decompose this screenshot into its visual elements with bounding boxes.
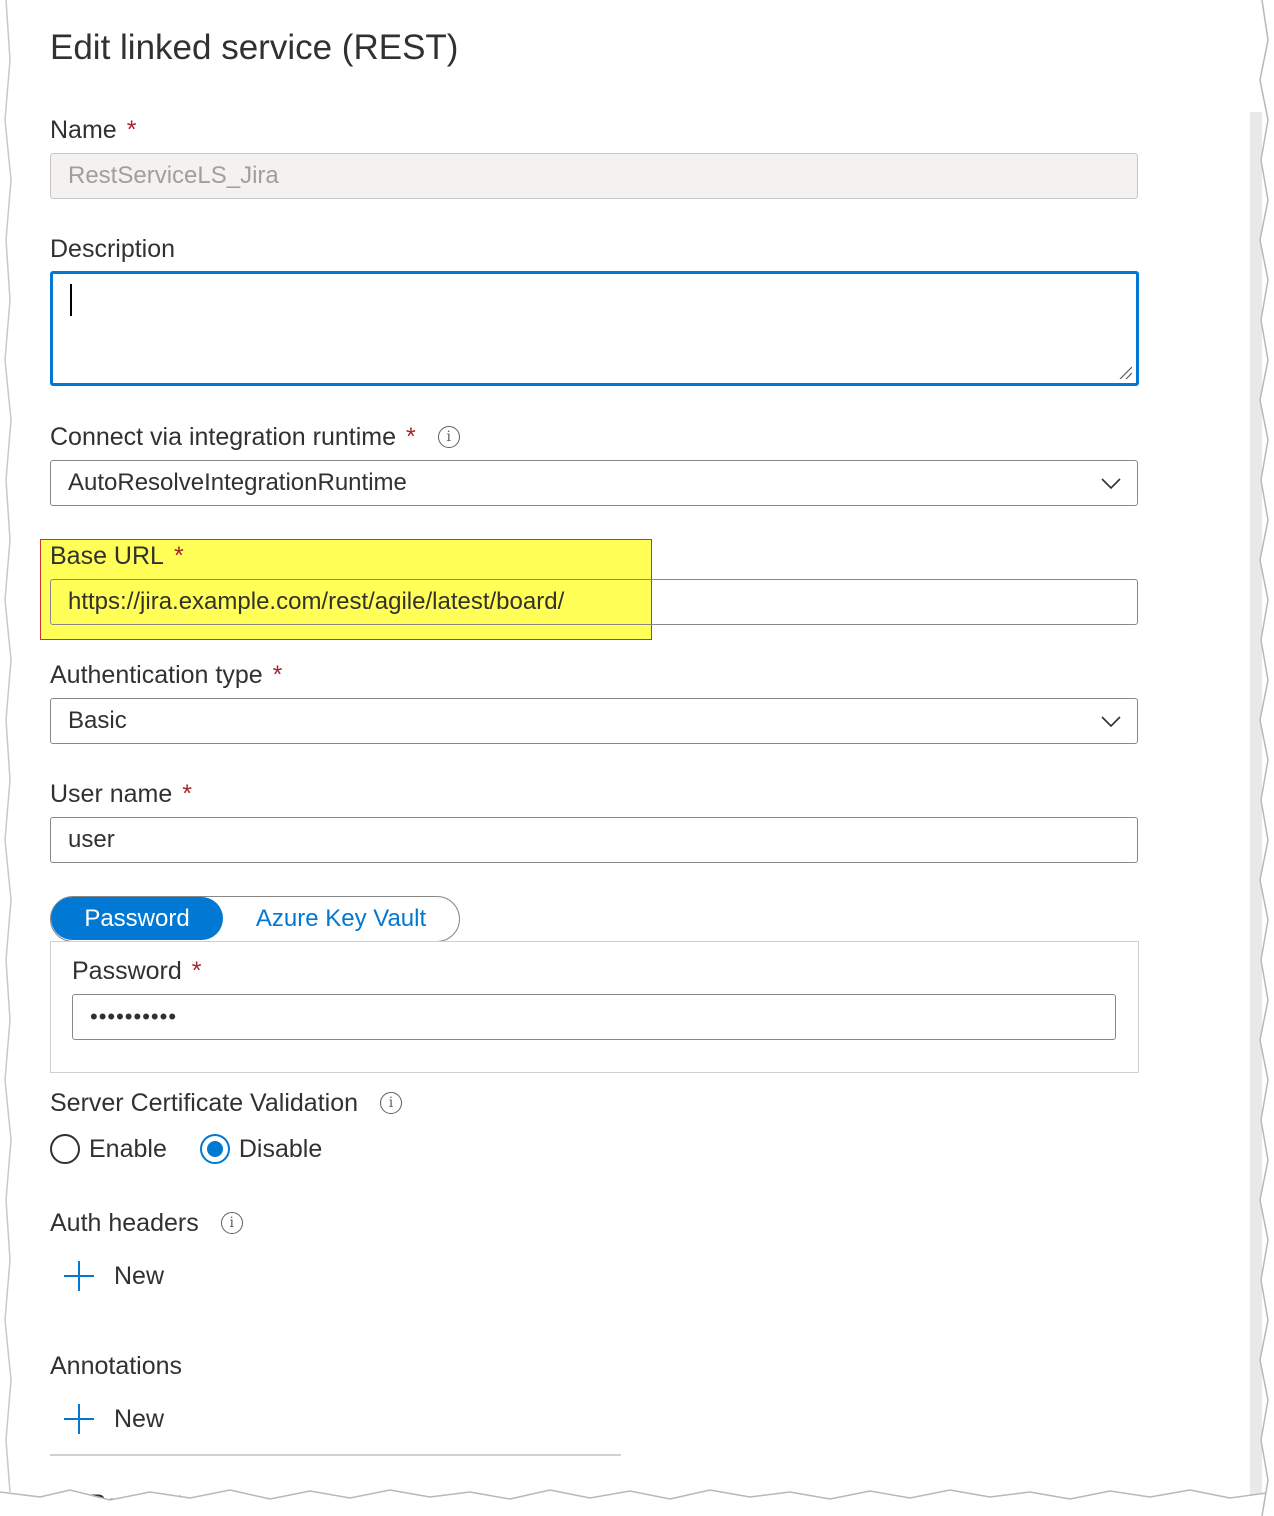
password-label-text: Password bbox=[72, 957, 182, 985]
info-icon[interactable]: i bbox=[437, 426, 460, 448]
add-auth-header-button[interactable]: New bbox=[64, 1258, 164, 1294]
required-marker: * bbox=[272, 661, 283, 689]
auth-type-select[interactable]: Basic bbox=[50, 698, 1138, 744]
info-icon[interactable]: i bbox=[220, 1212, 243, 1234]
add-annotation-button[interactable]: New bbox=[64, 1401, 164, 1437]
page-title: Edit linked service (REST) bbox=[50, 28, 459, 67]
required-marker: * bbox=[173, 542, 184, 570]
name-label-text: Name bbox=[50, 116, 117, 144]
parameters-label: Parameters bbox=[89, 1490, 219, 1516]
runtime-label: Connect via integration runtime * i bbox=[50, 423, 460, 452]
auth-headers-label: Auth headers i bbox=[50, 1209, 243, 1238]
edit-linked-service-panel: Edit linked service (REST) Name * RestSer… bbox=[0, 0, 1274, 1516]
radio-checked-icon[interactable] bbox=[199, 1134, 230, 1164]
user-name-label-text: User name bbox=[50, 780, 173, 808]
new-button-label: New bbox=[114, 1261, 165, 1290]
parameters-expander[interactable]: Parameters bbox=[58, 1490, 218, 1516]
cert-validation-label: Server Certificate Validation i bbox=[50, 1089, 403, 1118]
password-input[interactable]: •••••••••• bbox=[72, 994, 1116, 1040]
plus-icon bbox=[64, 1404, 94, 1434]
auth-headers-label-text: Auth headers bbox=[50, 1209, 199, 1237]
runtime-select[interactable]: AutoResolveIntegrationRuntime bbox=[50, 460, 1138, 506]
resize-grip-icon[interactable] bbox=[1118, 365, 1132, 379]
scrollbar[interactable] bbox=[1250, 112, 1262, 1502]
chevron-down-icon bbox=[1101, 478, 1121, 490]
runtime-label-text: Connect via integration runtime bbox=[50, 423, 397, 451]
required-marker: * bbox=[191, 957, 202, 985]
name-input: RestServiceLS_Jira bbox=[50, 153, 1138, 199]
base-url-label-text: Base URL bbox=[50, 542, 164, 570]
auth-type-label: Authentication type * bbox=[50, 661, 282, 690]
user-name-input[interactable]: user bbox=[50, 817, 1138, 863]
name-label: Name * bbox=[50, 116, 136, 145]
auth-type-label-text: Authentication type bbox=[50, 661, 263, 689]
cert-validation-radio-group: Enable Disable bbox=[50, 1131, 355, 1167]
description-label: Description bbox=[50, 235, 176, 263]
auth-type-selected-value: Basic bbox=[68, 707, 127, 734]
enable-radio-option[interactable]: Enable bbox=[50, 1134, 167, 1164]
text-caret bbox=[70, 284, 72, 316]
required-marker: * bbox=[182, 780, 192, 808]
radio-unchecked-icon[interactable] bbox=[50, 1134, 80, 1164]
required-marker: * bbox=[126, 116, 137, 144]
base-url-input[interactable]: https://jira.example.com/rest/agile/late… bbox=[50, 579, 1138, 625]
password-label: Password * bbox=[72, 957, 202, 986]
disable-radio-option[interactable]: Disable bbox=[199, 1134, 323, 1164]
section-divider bbox=[50, 1454, 621, 1456]
expand-triangle-icon bbox=[58, 1496, 69, 1513]
credential-type-toggle: Password Azure Key Vault bbox=[50, 896, 460, 942]
runtime-selected-value: AutoResolveIntegrationRuntime bbox=[68, 469, 407, 496]
required-marker: * bbox=[406, 423, 416, 451]
enable-radio-label: Enable bbox=[89, 1134, 167, 1163]
torn-edge-frame bbox=[0, 0, 1274, 1516]
azure-key-vault-toggle-button[interactable]: Azure Key Vault bbox=[231, 897, 451, 940]
new-button-label: New bbox=[114, 1404, 165, 1433]
plus-icon bbox=[64, 1261, 94, 1291]
user-name-label: User name * bbox=[50, 780, 192, 809]
description-textarea[interactable] bbox=[50, 271, 1139, 386]
base-url-label: Base URL * bbox=[50, 542, 184, 571]
password-toggle-button[interactable]: Password bbox=[51, 897, 223, 940]
annotations-label: Annotations bbox=[50, 1352, 183, 1380]
cert-validation-label-text: Server Certificate Validation bbox=[50, 1089, 359, 1117]
chevron-down-icon bbox=[1101, 716, 1121, 728]
disable-radio-label: Disable bbox=[238, 1134, 323, 1163]
info-icon[interactable]: i bbox=[380, 1092, 403, 1114]
